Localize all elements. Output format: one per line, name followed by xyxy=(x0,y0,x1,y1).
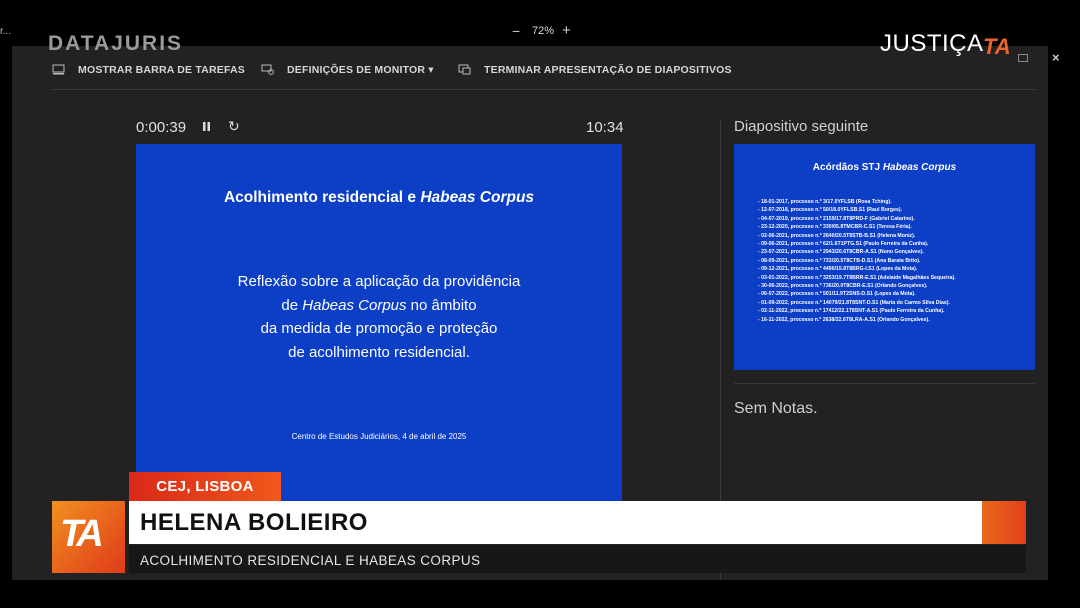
slide-title: Acolhimento residencial e Habeas Corpus xyxy=(223,189,535,206)
zoom-level: 72% xyxy=(532,25,555,37)
subtitle-bar: ACOLHIMENTO RESIDENCIAL E HABEAS CORPUS xyxy=(129,545,1026,573)
ta-logo-text: TA xyxy=(60,513,104,555)
corner-truncated-text: r... xyxy=(0,26,12,37)
location-tag: CEJ, LISBOA xyxy=(129,472,281,501)
list-item: - 03-01-2022, processo n.º 3253/19.7T8BR… xyxy=(758,274,956,281)
list-item: - 06-07-2022, processo n.º 501/11.9T2SNS… xyxy=(758,291,916,298)
speaker-notes: Sem Notas. xyxy=(734,400,818,417)
slide-footer: Centro de Estudos Judiciários, 4 de abri… xyxy=(291,432,467,441)
list-item: - 12-07-2018, processo n.º 50/18.0YFLSB.… xyxy=(758,207,903,214)
list-item: - 02-06-2021, processo n.º 2640/20.5T8ST… xyxy=(758,232,916,239)
monitor-settings-icon xyxy=(261,64,274,75)
close-button[interactable]: × xyxy=(1052,50,1060,65)
end-slideshow-button[interactable]: TERMINAR APRESENTAÇÃO DE DIAPOSITIVOS xyxy=(484,64,732,76)
list-item: - 23-07-2021, processo n.º 2943/20.6T8CB… xyxy=(758,249,924,256)
notes-divider xyxy=(734,383,1035,384)
list-item: - 02-11-2022, processo n.º 17412/22.1T8S… xyxy=(758,308,945,315)
list-item: - 09-12-2021, processo n.º 4490/15.8T8BR… xyxy=(758,266,918,273)
toolbar-divider xyxy=(52,89,1036,90)
location-tag-text: CEJ, LISBOA xyxy=(156,478,254,495)
slide-body-text: Reflexão sobre a aplicação da providênci… xyxy=(237,273,521,361)
name-bar-accent xyxy=(982,501,1026,544)
list-item: - 08-09-2021, processo n.º 733/20.5T8CTB… xyxy=(758,257,921,264)
justica-ta-logo-text: JUSTIÇA xyxy=(880,30,984,57)
end-slideshow-icon xyxy=(458,64,471,75)
pause-icon[interactable] xyxy=(202,121,211,132)
justica-ta-logo-mark: TA xyxy=(983,34,1011,59)
zoom-in-button[interactable]: + xyxy=(562,22,571,39)
restore-window-icon[interactable] xyxy=(1018,54,1028,62)
list-item: - 09-06-2021, processo n.º 62/1.6T1PTG.S… xyxy=(758,241,929,248)
display-settings-button[interactable]: DEFINIÇÕES DE MONITOR ▾ xyxy=(287,64,434,76)
current-slide: Acolhimento residencial e Habeas Corpus … xyxy=(136,144,622,504)
list-item: - 30-06-2022, processo n.º 736/20.0T8CBR… xyxy=(758,283,928,290)
speaker-topic: ACOLHIMENTO RESIDENCIAL E HABEAS CORPUS xyxy=(140,553,481,568)
list-item: - 18-01-2017, processo n.º 3/17.0YFLSB (… xyxy=(758,199,892,205)
elapsed-timer: 0:00:39 xyxy=(136,119,187,136)
speaker-name: HELENA BOLIEIRO xyxy=(140,509,368,536)
list-item: - 04-07-2019, processo n.º 2159/17.8T8PR… xyxy=(758,215,915,222)
ta-channel-logo: TA xyxy=(52,501,125,573)
next-slide-list: - 18-01-2017, processo n.º 3/17.0YFLSB (… xyxy=(758,198,1028,324)
next-slide-preview[interactable]: Acórdãos STJ Habeas Corpus - 18-01-2017,… xyxy=(734,144,1035,370)
taskbar-icon xyxy=(52,64,65,75)
list-item: - 01-09-2022, processo n.º 14079/21.8T8S… xyxy=(758,299,950,306)
next-slide-label: Diapositivo seguinte xyxy=(734,118,869,135)
list-item: - 16-11-2022, processo n.º 2638/22.6T8LR… xyxy=(758,316,930,323)
name-bar: HELENA BOLIEIRO xyxy=(129,501,982,544)
datajuris-watermark: DATAJURIS xyxy=(48,32,184,55)
show-taskbar-button[interactable]: MOSTRAR BARRA DE TAREFAS xyxy=(78,64,245,76)
restart-timer-icon[interactable]: ↻ xyxy=(228,118,240,135)
current-time: 10:34 xyxy=(586,119,624,136)
zoom-out-button[interactable]: − xyxy=(512,23,520,39)
list-item: - 23-12-2020, processo n.º 330/05.8TMCBR… xyxy=(758,224,912,231)
next-slide-title: Acórdãos STJ Habeas Corpus xyxy=(812,162,957,173)
